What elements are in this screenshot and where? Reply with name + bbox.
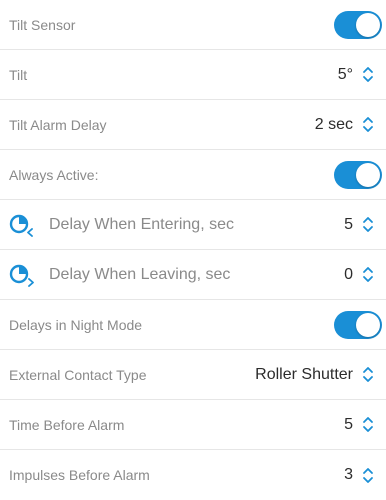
clock-entering-icon xyxy=(9,212,35,238)
setting-label: Impulses Before Alarm xyxy=(9,467,150,483)
setting-row-impulses-before-alarm: Impulses Before Alarm 3 xyxy=(0,450,386,500)
always-active-toggle[interactable] xyxy=(334,160,382,189)
toggle-knob xyxy=(356,12,380,37)
toggle-knob xyxy=(356,162,380,187)
setting-row-time-before-alarm: Time Before Alarm 5 xyxy=(0,400,386,450)
setting-label: Tilt Alarm Delay xyxy=(9,116,107,133)
chevron-up-down-icon[interactable] xyxy=(361,66,375,84)
setting-label: Delays in Night Mode xyxy=(9,316,143,333)
setting-value: 3 xyxy=(344,466,353,483)
toggle-knob xyxy=(356,312,380,337)
setting-value: 0 xyxy=(344,265,353,283)
chevron-up-down-icon[interactable] xyxy=(361,216,375,234)
setting-row-tilt: Tilt 5° xyxy=(0,50,386,100)
delays-night-mode-toggle[interactable] xyxy=(334,310,382,339)
chevron-up-down-icon[interactable] xyxy=(361,266,375,284)
setting-label: Always Active: xyxy=(9,166,99,183)
setting-row-delay-leaving: Delay When Leaving, sec 0 xyxy=(0,250,386,300)
setting-row-tilt-alarm-delay: Tilt Alarm Delay 2 sec xyxy=(0,100,386,150)
setting-value: Roller Shutter xyxy=(255,365,353,383)
setting-label: Delay When Leaving, sec xyxy=(49,265,231,283)
chevron-up-down-icon[interactable] xyxy=(361,416,375,434)
clock-leaving-icon xyxy=(9,262,35,288)
setting-value: 5 xyxy=(344,415,353,433)
chevron-up-down-icon[interactable] xyxy=(361,116,375,134)
setting-label: Time Before Alarm xyxy=(9,416,125,433)
setting-value: 2 sec xyxy=(314,115,353,133)
tilt-sensor-toggle[interactable] xyxy=(334,10,382,39)
setting-label: External Contact Type xyxy=(9,366,147,383)
setting-row-delays-night-mode: Delays in Night Mode xyxy=(0,300,386,350)
settings-list: Tilt Sensor Tilt 5° Tilt Alarm Delay 2 s… xyxy=(0,0,386,486)
chevron-up-down-icon[interactable] xyxy=(361,466,375,484)
setting-row-always-active: Always Active: xyxy=(0,150,386,200)
setting-row-tilt-sensor: Tilt Sensor xyxy=(0,0,386,50)
setting-label: Tilt Sensor xyxy=(9,16,76,33)
setting-row-external-contact-type: External Contact Type Roller Shutter xyxy=(0,350,386,400)
setting-row-delay-entering: Delay When Entering, sec 5 xyxy=(0,200,386,250)
setting-label: Tilt xyxy=(9,66,28,83)
setting-label: Delay When Entering, sec xyxy=(49,215,234,233)
setting-value: 5° xyxy=(337,65,353,83)
chevron-up-down-icon[interactable] xyxy=(361,366,375,384)
setting-value: 5 xyxy=(344,215,353,233)
